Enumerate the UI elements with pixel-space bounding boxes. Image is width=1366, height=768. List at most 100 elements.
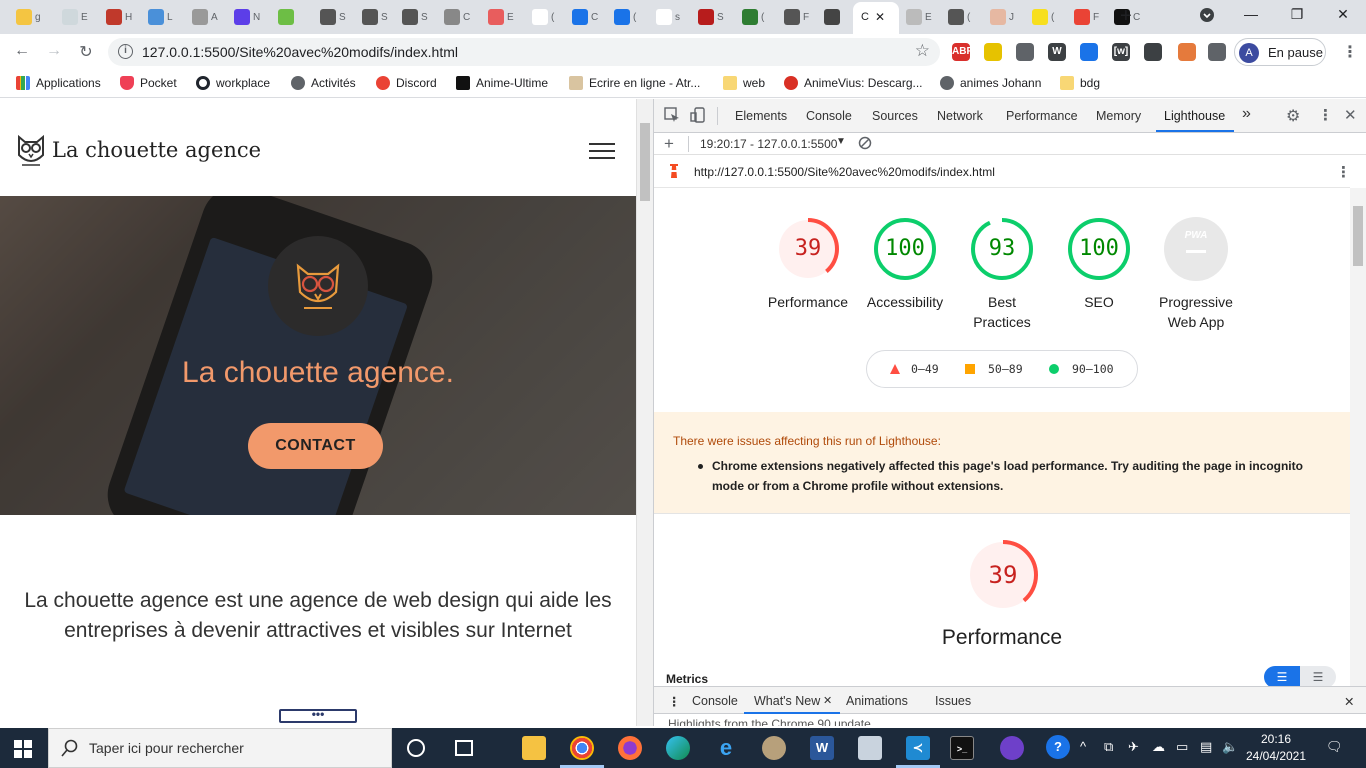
new-report-icon[interactable]: + — [664, 134, 674, 154]
browser-tab[interactable]: ( — [1026, 6, 1054, 28]
reload-icon[interactable]: ↻ — [76, 42, 96, 62]
taskbar-search[interactable]: Taper ici pour rechercher — [48, 728, 392, 768]
drawer-tab-console[interactable]: Console — [692, 694, 738, 708]
forward-arrow-icon[interactable]: → — [44, 42, 64, 60]
browser-tab[interactable]: F — [778, 6, 809, 28]
github-icon[interactable] — [1000, 736, 1024, 760]
new-tab-button[interactable]: + — [1120, 5, 1132, 28]
profile-button[interactable]: A En pause — [1234, 38, 1326, 66]
browser-tab[interactable]: S — [692, 6, 724, 28]
task-view-icon[interactable] — [455, 740, 473, 756]
browser-tab[interactable]: C — [438, 6, 470, 28]
drawer-tab-animations[interactable]: Animations — [846, 694, 908, 708]
bookmark-ecrire-en-ligne[interactable]: Ecrire en ligne - Atr... — [569, 76, 700, 90]
browser-tab[interactable]: ( — [526, 6, 554, 28]
bookmark-discord[interactable]: Discord — [376, 76, 437, 90]
extensions-puzzle-icon[interactable] — [1208, 43, 1226, 61]
gauge-progressive-web-app[interactable]: PWA — [1161, 216, 1231, 282]
network-icon[interactable]: ▤ — [1200, 739, 1212, 755]
file-explorer-icon[interactable] — [522, 736, 546, 760]
chrome-icon[interactable] — [570, 736, 594, 760]
page-scrollbar[interactable] — [636, 99, 653, 726]
clock[interactable]: 20:16 24/04/2021 — [1244, 731, 1308, 765]
back-arrow-icon[interactable]: ← — [12, 42, 32, 60]
bookmark-animes-johann[interactable]: animes Johann — [940, 76, 1041, 90]
close-drawer-icon[interactable]: ✕ — [1344, 694, 1354, 709]
gauge-best-practices[interactable]: 93 — [967, 216, 1037, 282]
drawer-tab-issues[interactable]: Issues — [935, 694, 971, 708]
hamburger-menu-icon[interactable] — [589, 143, 615, 164]
browser-tab[interactable]: g — [10, 6, 41, 28]
gauge-seo[interactable]: 100 — [1064, 216, 1134, 282]
browser-tab[interactable]: E — [482, 6, 514, 28]
battery-icon[interactable]: ▭ — [1176, 739, 1188, 755]
active-tab[interactable]: C ✕ — [853, 2, 899, 34]
site-logo[interactable]: La chouette agence — [16, 133, 261, 167]
close-window-icon[interactable]: ✕ — [1328, 6, 1358, 23]
more-tabs-icon[interactable]: » — [1242, 105, 1251, 123]
tab-network[interactable]: Network — [937, 109, 983, 123]
tab-memory[interactable]: Memory — [1096, 109, 1141, 123]
browser-tab[interactable]: J — [984, 6, 1014, 28]
wappalyzer-icon[interactable]: [w] — [1112, 43, 1130, 61]
gauge-performance[interactable]: 39 — [773, 216, 843, 282]
bookmark-anime-ultime[interactable]: Anime-Ultime — [456, 76, 548, 90]
site-info-icon[interactable]: i — [118, 44, 133, 59]
browser-tab[interactable] — [272, 6, 297, 28]
report-menu-icon[interactable]: ⋮ — [1336, 163, 1351, 181]
tab-performance[interactable]: Performance — [1006, 109, 1078, 123]
internet-explorer-icon[interactable]: e — [714, 736, 738, 760]
report-url[interactable]: http://127.0.0.1:5500/Site%20avec%20modi… — [694, 165, 995, 179]
browser-tab[interactable]: A — [186, 6, 218, 28]
bookmark-bdg[interactable]: bdg — [1060, 76, 1100, 90]
browser-tab[interactable] — [818, 6, 843, 28]
tab-elements[interactable]: Elements — [735, 109, 787, 123]
address-bar[interactable]: i 127.0.0.1:5500/Site%20avec%20modifs/in… — [108, 38, 940, 66]
browser-tab[interactable]: ( — [942, 6, 970, 28]
vscode-icon[interactable]: ≺ — [906, 736, 930, 760]
close-drawer-tab-icon[interactable]: ✕ — [823, 694, 832, 707]
help-icon[interactable]: ? — [1046, 735, 1070, 759]
bookmark-star-icon[interactable]: ☆ — [915, 41, 930, 61]
more-dots-button[interactable]: ••• — [279, 708, 357, 723]
gauge-accessibility[interactable]: 100 — [870, 216, 940, 282]
wordpress-icon[interactable]: W — [1048, 43, 1066, 61]
address-url[interactable]: 127.0.0.1:5500/Site%20avec%20modifs/inde… — [142, 44, 458, 60]
report-scroll-thumb[interactable] — [1353, 206, 1363, 266]
close-tab-icon[interactable]: ✕ — [875, 10, 885, 24]
terminal-icon[interactable]: >_ — [950, 736, 974, 760]
browser-tab[interactable]: ( — [736, 6, 764, 28]
maximize-icon[interactable]: ❐ — [1282, 6, 1312, 23]
bookmark-animevius[interactable]: AnimeVius: Descarg... — [784, 76, 923, 90]
firefox-icon[interactable] — [618, 736, 642, 760]
colorpicker-extension-icon[interactable] — [1178, 43, 1196, 61]
bookmark-pocket[interactable]: Pocket — [120, 76, 177, 90]
bookmark-applications[interactable]: Applications — [16, 76, 101, 90]
performance-main-gauge[interactable]: 39 — [966, 538, 1040, 615]
browser-tab[interactable]: H — [100, 6, 132, 28]
expanded-view-icon[interactable]: ☰ — [1264, 666, 1300, 686]
tray-chevron-icon[interactable]: ^ — [1080, 739, 1086, 754]
contact-button[interactable]: CONTACT — [248, 423, 383, 469]
minimize-icon[interactable]: — — [1236, 6, 1266, 22]
report-dropdown-icon[interactable]: ▼ — [836, 136, 846, 147]
browser-tab[interactable]: ( — [608, 6, 636, 28]
drawer-menu-icon[interactable]: ⋮ — [668, 694, 681, 709]
edge-icon[interactable] — [666, 736, 690, 760]
notifications-icon[interactable]: 🗨 — [1326, 739, 1343, 755]
tab-search-icon[interactable] — [1192, 8, 1222, 25]
browser-tab[interactable]: N — [228, 6, 260, 28]
bookmark-web[interactable]: web — [723, 76, 765, 90]
pocket-extension-icon[interactable] — [1016, 43, 1034, 61]
browser-tab[interactable]: E — [56, 6, 88, 28]
report-selector[interactable]: 19:20:17 - 127.0.0.1:5500 — [700, 137, 837, 151]
adblock-plus-icon[interactable]: ABP — [952, 43, 973, 61]
devtools-menu-icon[interactable]: ⋮ — [1318, 106, 1333, 124]
bluetooth-off-icon[interactable]: ✈ — [1128, 739, 1139, 755]
onedrive-icon[interactable]: ☁ — [1152, 739, 1165, 755]
drawer-tab-whats-new[interactable]: What's New — [754, 694, 820, 708]
banana-extension-icon[interactable] — [984, 43, 1002, 61]
browser-tab[interactable]: C — [566, 6, 598, 28]
sync-extension-icon[interactable] — [1144, 43, 1162, 61]
clear-reports-icon[interactable] — [858, 136, 872, 153]
